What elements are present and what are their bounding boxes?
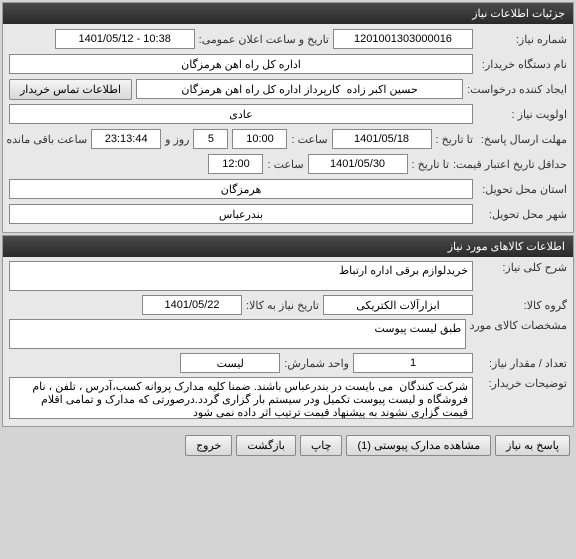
reply-time-label: ساعت : (291, 133, 327, 146)
reply-deadline-label: مهلت ارسال پاسخ: (477, 133, 567, 146)
desc-textarea[interactable] (9, 261, 473, 291)
reply-to-label: تا تاریخ : (436, 133, 473, 146)
panel-header-2: اطلاعات کالاهای مورد نیاز (3, 236, 573, 257)
city-label: شهر محل تحویل: (477, 208, 567, 221)
city-input[interactable] (9, 204, 473, 224)
valid-deadline-label: حداقل تاریخ اعتبار قیمت: (453, 158, 567, 171)
priority-input[interactable] (9, 104, 473, 124)
valid-date-input[interactable] (308, 154, 408, 174)
goods-group-input[interactable] (323, 295, 473, 315)
province-label: استان محل تحویل: (477, 183, 567, 196)
need-date-label: تاریخ نیاز به کالا: (246, 299, 319, 312)
valid-time-input[interactable] (208, 154, 263, 174)
reply-button[interactable]: پاسخ به نیاز (495, 435, 570, 456)
goods-spec-label: مشخصات کالای مورد نیاز: (470, 319, 567, 332)
province-input[interactable] (9, 179, 473, 199)
buyer-org-input[interactable] (9, 54, 473, 74)
buyer-notes-label: توضیحات خریدار: (477, 377, 567, 390)
need-details-panel: جزئیات اطلاعات نیاز شماره نیاز: تاریخ و … (2, 2, 574, 233)
requester-label: ایجاد کننده درخواست: (467, 83, 567, 96)
requester-input[interactable] (136, 79, 463, 99)
reply-remain-input[interactable] (91, 129, 161, 149)
buyer-notes-textarea[interactable] (9, 377, 473, 419)
need-no-input[interactable] (333, 29, 473, 49)
print-button[interactable]: چاپ (300, 435, 343, 456)
goods-spec-textarea[interactable] (9, 319, 466, 349)
reply-date-input[interactable] (332, 129, 432, 149)
back-button[interactable]: بازگشت (236, 435, 296, 456)
announce-date-label: تاریخ و ساعت اعلان عمومی: (199, 33, 329, 46)
need-no-label: شماره نیاز: (477, 33, 567, 46)
reply-remain-suffix: ساعت باقی مانده (6, 133, 87, 146)
priority-label: اولویت نیاز : (477, 108, 567, 121)
contact-buyer-button[interactable]: اطلاعات تماس خریدار (9, 79, 132, 100)
footer-toolbar: پاسخ به نیاز مشاهده مدارک پیوستی (1) چاپ… (0, 429, 576, 462)
reply-days-suffix: روز و (165, 133, 189, 146)
goods-group-label: گروه کالا: (477, 299, 567, 312)
reply-days-input[interactable] (193, 129, 228, 149)
exit-button[interactable]: خروج (185, 435, 232, 456)
panel-header-1: جزئیات اطلاعات نیاز (3, 3, 573, 24)
goods-info-panel: اطلاعات کالاهای مورد نیاز شرح کلی نیاز: … (2, 235, 574, 427)
announce-date-input[interactable] (55, 29, 195, 49)
valid-to-label: تا تاریخ : (412, 158, 449, 171)
unit-label: واحد شمارش: (284, 357, 349, 370)
attachments-button[interactable]: مشاهده مدارک پیوستی (1) (346, 435, 491, 456)
valid-time-label: ساعت : (267, 158, 303, 171)
buyer-org-label: نام دستگاه خریدار: (477, 58, 567, 71)
qty-input[interactable] (353, 353, 473, 373)
reply-time-input[interactable] (232, 129, 287, 149)
need-date-input[interactable] (142, 295, 242, 315)
unit-input[interactable] (180, 353, 280, 373)
qty-label: تعداد / مقدار نیاز: (477, 357, 567, 370)
desc-label: شرح کلی نیاز: (477, 261, 567, 274)
